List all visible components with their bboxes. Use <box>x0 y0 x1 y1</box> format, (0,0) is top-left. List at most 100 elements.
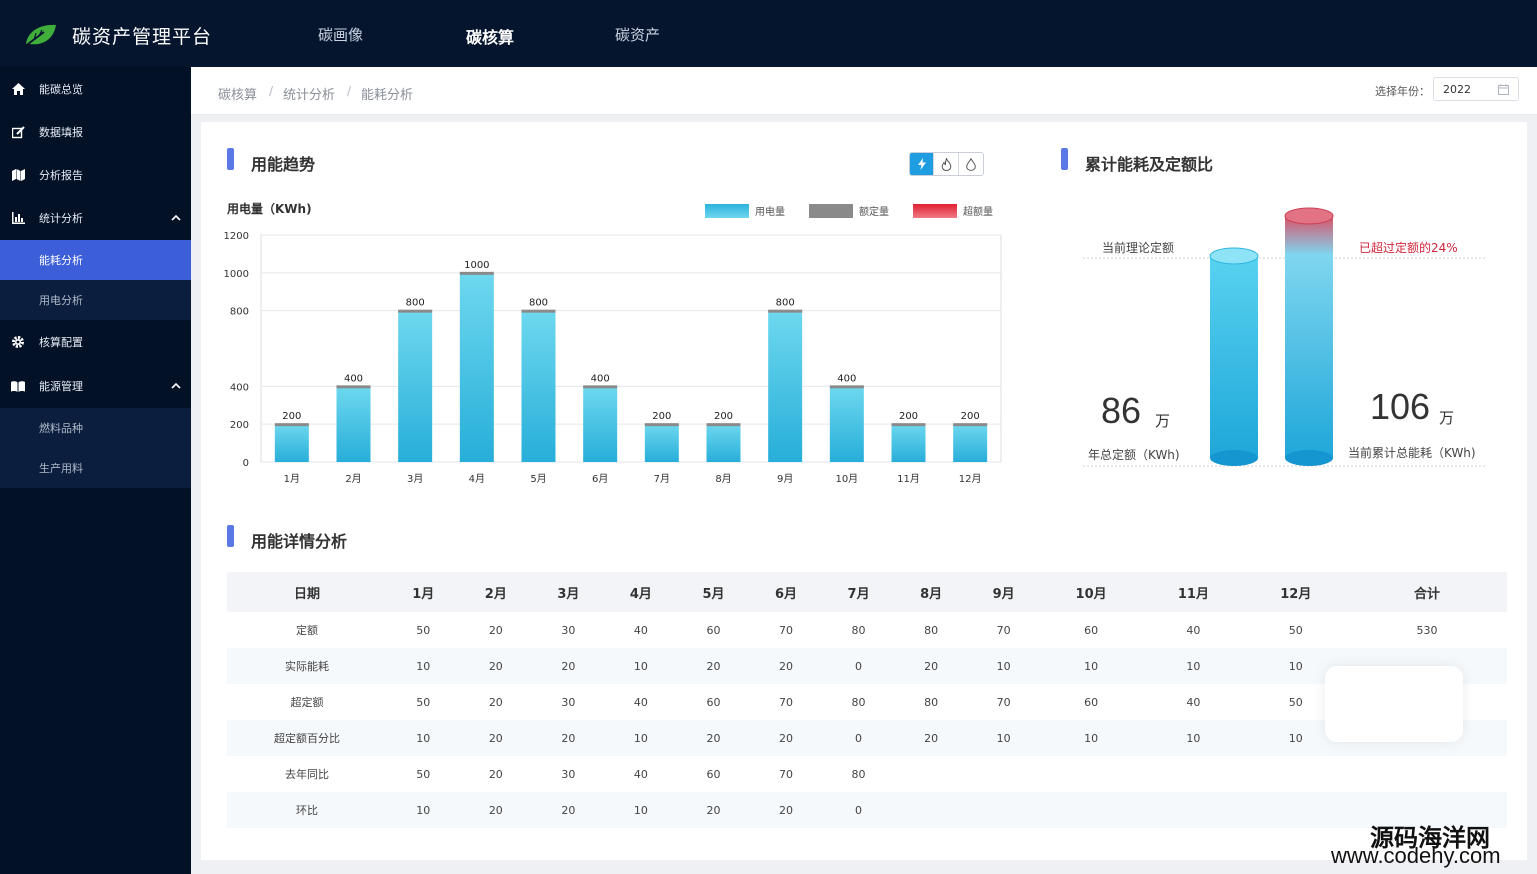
sidebar-item-label: 用电分析 <box>39 294 83 307</box>
breadcrumb-separator: / <box>269 84 274 98</box>
sidebar-item-label: 能耗分析 <box>39 254 83 267</box>
table-cell: 70 <box>779 623 793 637</box>
chevron-up-icon[interactable] <box>170 380 182 392</box>
table-cell: 20 <box>488 623 503 637</box>
legend-item-usage: 用电量 <box>705 203 785 218</box>
home-icon <box>11 82 25 96</box>
table-cell: 20 <box>459 720 533 756</box>
quota-marker <box>953 423 988 427</box>
table-cell: 10 <box>387 720 460 756</box>
breadcrumb-item[interactable]: 统计分析 <box>283 84 335 103</box>
row-label-cell: 定额 <box>296 624 318 637</box>
table-cell: 10 <box>604 792 678 828</box>
sidebar-item-energy-management[interactable]: 能源管理 <box>0 366 191 406</box>
table-cell: 60 <box>706 623 721 637</box>
table-row: 实际能耗 10 20 20 10 20 20 0 20 10 10 10 10 <box>227 648 1507 684</box>
table-header-cell: 1月 <box>387 572 460 612</box>
nav-carbon-accounting[interactable]: 碳核算 <box>466 24 514 48</box>
table-header-cell: 10月 <box>1039 572 1143 612</box>
bar-chart-icon <box>11 211 25 225</box>
breadcrumb-bar: 碳核算 / 统计分析 / 能耗分析 选择年份： 2022 <box>191 67 1537 115</box>
sidebar-item-label: 能源管理 <box>39 380 83 393</box>
table-cell: 20 <box>677 648 750 684</box>
map-icon <box>11 168 25 182</box>
chart-unit-label: 用电量（KWh) <box>227 202 312 216</box>
table-cell: 530 <box>1416 623 1438 637</box>
quota-marker <box>459 271 494 275</box>
bar-value-label: 200 <box>282 411 301 422</box>
sidebar-item-accounting-config[interactable]: 核算配置 <box>0 322 191 362</box>
table-cell: 60 <box>706 695 721 709</box>
table-cell: 60 <box>1084 695 1099 709</box>
sidebar-item-label: 核算配置 <box>39 336 83 349</box>
watermark-url: www.codehy.com <box>1331 843 1501 868</box>
table-cell: 10 <box>604 648 678 684</box>
year-picker[interactable]: 2022 <box>1433 77 1519 101</box>
sidebar-item-electricity-analysis[interactable]: 用电分析 <box>0 280 191 320</box>
table-cell <box>1039 792 1143 828</box>
sidebar-item-fuel-types[interactable]: 燃料品种 <box>0 408 191 448</box>
table-cell: 70 <box>996 623 1011 637</box>
chevron-up-icon[interactable] <box>170 212 182 224</box>
table-cell: 80 <box>851 623 866 637</box>
table-cell: 60 <box>706 767 721 781</box>
table-cell: 10 <box>967 720 1040 756</box>
y-tick-label: 0 <box>243 458 249 469</box>
calendar-icon <box>1498 84 1509 95</box>
table-cell: 20 <box>677 792 750 828</box>
legend-label: 用电量 <box>755 207 785 218</box>
legend-item-quota: 额定量 <box>809 203 889 218</box>
fuel-toggle-button[interactable] <box>934 153 959 175</box>
sidebar-item-production-materials[interactable]: 生产用料 <box>0 448 191 488</box>
nav-carbon-assets[interactable]: 碳资产 <box>615 24 660 45</box>
electricity-toggle-button[interactable] <box>910 153 935 175</box>
annual-quota-value: 86 <box>1101 390 1142 431</box>
breadcrumb-item[interactable]: 碳核算 <box>218 84 257 103</box>
sidebar-item-reports[interactable]: 分析报告 <box>0 155 191 195</box>
x-tick-label: 5月 <box>530 473 546 485</box>
quota-marker <box>706 423 741 427</box>
table-cell: 20 <box>459 792 533 828</box>
table-header-cell: 4月 <box>604 572 678 612</box>
bar-value-label: 200 <box>652 411 671 422</box>
bar-value-label: 400 <box>837 373 856 384</box>
quota-marker <box>398 309 433 313</box>
table-cell: 20 <box>488 767 503 781</box>
table-cell <box>1142 756 1244 792</box>
x-tick-label: 3月 <box>407 473 423 485</box>
table-cell: 0 <box>822 648 895 684</box>
actual-cylinder <box>1284 207 1334 466</box>
quota-comparison: 当前理论定额 已超过定额的24% 86 万 年总定额（KWh) 106 万 当前… <box>1081 202 1491 477</box>
nav-carbon-portrait[interactable]: 碳画像 <box>318 24 363 45</box>
row-label-cell: 超定额 <box>290 696 324 709</box>
table-cell <box>1347 756 1507 792</box>
quota-marker <box>829 385 864 389</box>
table-cell: 70 <box>996 695 1011 709</box>
table-cell: 20 <box>677 720 750 756</box>
table-cell: 10 <box>387 648 460 684</box>
table-cell: 10 <box>387 792 460 828</box>
flame-icon <box>941 157 951 171</box>
quota-cylinder <box>1209 247 1259 466</box>
table-cell: 60 <box>1084 623 1099 637</box>
water-toggle-button[interactable] <box>959 153 983 175</box>
table-cell: 20 <box>488 695 503 709</box>
sidebar-item-energy-analysis[interactable]: 能耗分析 <box>0 240 191 280</box>
total-consumption-unit: 万 <box>1439 409 1455 427</box>
energy-type-toggle <box>909 152 984 176</box>
table-cell: 70 <box>779 695 793 709</box>
table-cell: 10 <box>604 720 678 756</box>
x-tick-label: 4月 <box>469 473 485 485</box>
sidebar-item-overview[interactable]: 能碳总览 <box>0 69 191 109</box>
overlay-popup <box>1325 666 1463 742</box>
table-row: 去年同比 50 20 30 40 60 70 80 <box>227 756 1507 792</box>
statistics-submenu: 能耗分析 用电分析 <box>0 240 191 320</box>
quota-marker <box>521 309 556 313</box>
table-cell: 20 <box>532 720 605 756</box>
table-cell <box>895 756 968 792</box>
sidebar-item-data-entry[interactable]: 数据填报 <box>0 112 191 152</box>
x-tick-label: 12月 <box>959 473 982 485</box>
plot-area <box>260 234 1002 463</box>
sidebar-item-statistics[interactable]: 统计分析 <box>0 198 191 238</box>
y-tick-label: 800 <box>230 307 249 318</box>
